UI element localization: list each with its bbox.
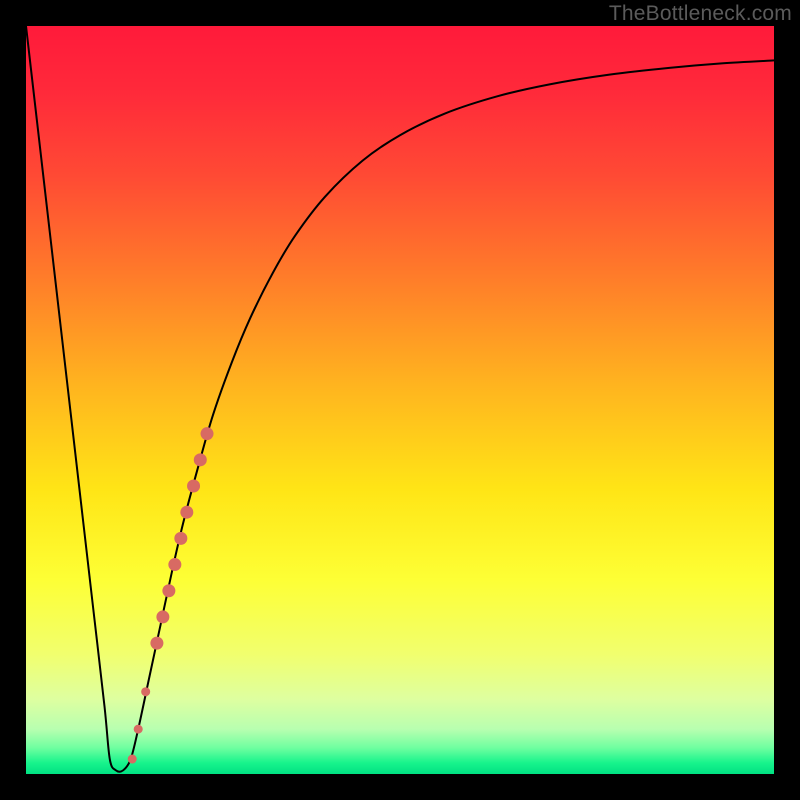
highlight-dot bbox=[201, 427, 214, 440]
watermark-text: TheBottleneck.com bbox=[609, 2, 792, 26]
highlight-dot bbox=[141, 687, 150, 696]
highlight-dot bbox=[156, 610, 169, 623]
highlight-dot bbox=[194, 453, 207, 466]
plot-area bbox=[26, 26, 774, 774]
highlight-dot bbox=[168, 558, 181, 571]
highlight-dot bbox=[134, 725, 143, 734]
chart-frame: TheBottleneck.com bbox=[0, 0, 800, 800]
highlight-dot bbox=[128, 755, 137, 764]
highlight-dot bbox=[187, 480, 200, 493]
highlight-dot bbox=[162, 584, 175, 597]
highlight-dot bbox=[150, 637, 163, 650]
highlight-dot bbox=[180, 506, 193, 519]
highlight-dot bbox=[174, 532, 187, 545]
gradient-background bbox=[26, 26, 774, 774]
chart-svg bbox=[26, 26, 774, 774]
